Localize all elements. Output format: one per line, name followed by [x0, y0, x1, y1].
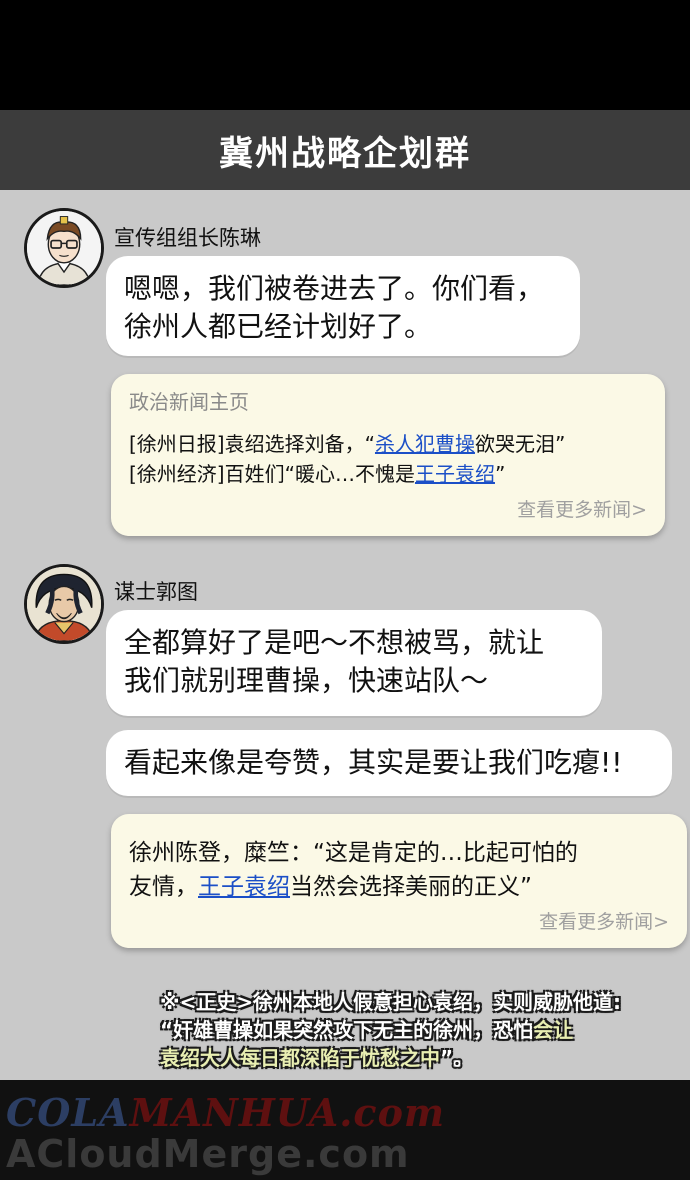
footnote-line: “奸雄曹操如果突然攻下无主的徐州，恐怕会让: [160, 1016, 690, 1044]
news-card[interactable]: 徐州陈登，糜竺：“这是肯定的…比起可怕的 友情，王子袁绍当然会选择美丽的正义” …: [111, 814, 687, 948]
news-item: 友情，王子袁绍当然会选择美丽的正义”: [129, 870, 669, 904]
see-more-news-link[interactable]: 查看更多新闻>: [539, 907, 669, 934]
footnote-line: 袁绍大人每日都深陷于忧愁之中”。: [160, 1044, 690, 1072]
news-item-text: [徐州经济]百姓们“暖心…不愧是: [129, 462, 415, 486]
news-link[interactable]: 王子袁绍: [415, 462, 495, 486]
watermark-logo: ACloudMerge.com: [6, 1132, 410, 1176]
news-item-text: [徐州日报]袁绍选择刘备，“: [129, 432, 375, 456]
message-bubble[interactable]: 看起来像是夸赞，其实是要让我们吃瘪!!: [106, 730, 672, 796]
message-bubble[interactable]: 全都算好了是吧～不想被骂，就让 我们就别理曹操，快速站队～: [106, 610, 602, 716]
avatar-chenlin[interactable]: [24, 208, 104, 288]
message-text: 全都算好了是吧～不想被骂，就让: [124, 626, 545, 659]
news-item: [徐州日报]袁绍选择刘备，“杀人犯曹操欲哭无泪”: [129, 429, 647, 459]
watermark-text: COLA: [6, 1090, 130, 1135]
news-card[interactable]: 政治新闻主页 [徐州日报]袁绍选择刘备，“杀人犯曹操欲哭无泪” [徐州经济]百姓…: [111, 374, 665, 536]
sender-name: 谋士郭图: [114, 580, 198, 604]
news-item: [徐州经济]百姓们“暖心…不愧是王子袁绍”: [129, 459, 647, 489]
footnote-text: “奸雄曹操如果突然攻下无主的徐州，恐怕: [160, 1018, 534, 1042]
message-text: 我们就别理曹操，快速站队～: [124, 664, 489, 697]
bottom-black-band: COLAMANHUA.com ACloudMerge.com: [0, 1080, 690, 1180]
watermark-logo: COLAMANHUA.com: [6, 1090, 445, 1135]
message-bubble[interactable]: 嗯嗯，我们被卷进去了。你们看， 徐州人都已经计划好了。: [106, 256, 580, 356]
top-black-band: [0, 0, 690, 110]
see-more-news-link[interactable]: 查看更多新闻>: [517, 495, 647, 522]
footnote-text: ”。: [440, 1046, 474, 1070]
news-item-text: 当然会选择美丽的正义”: [290, 874, 532, 900]
avatar-guotu[interactable]: [24, 564, 104, 644]
news-card-title: 政治新闻主页: [129, 390, 249, 414]
historical-footnote: ※<正史>徐州本地人假意担心袁绍，实则威胁他道: “奸雄曹操如果突然攻下无主的徐…: [160, 988, 690, 1072]
news-item-text: ”: [494, 462, 506, 486]
person-with-glasses-icon: [27, 211, 101, 285]
news-item-text: 友情，: [129, 874, 198, 900]
bearded-man-icon: [27, 567, 101, 641]
news-link[interactable]: 杀人犯曹操: [375, 432, 475, 456]
sender-name: 宣传组组长陈琳: [114, 226, 261, 250]
chat-header: 冀州战略企划群: [0, 110, 690, 190]
message-text: 徐州人都已经计划好了。: [124, 310, 433, 343]
watermark-text: MANHUA.com: [129, 1090, 446, 1135]
news-link[interactable]: 王子袁绍: [198, 874, 290, 900]
footnote-highlight: 袁绍大人每日都深陷于忧愁之中: [160, 1046, 440, 1070]
news-item: 徐州陈登，糜竺：“这是肯定的…比起可怕的: [129, 840, 578, 866]
message-text: 看起来像是夸赞，其实是要让我们吃瘪!!: [124, 746, 623, 779]
footnote-line: ※<正史>徐州本地人假意担心袁绍，实则威胁他道:: [160, 990, 621, 1014]
news-item-text: 欲哭无泪”: [474, 432, 566, 456]
footnote-highlight: 会让: [533, 1018, 574, 1042]
group-title: 冀州战略企划群: [219, 133, 471, 174]
message-text: 嗯嗯，我们被卷进去了。你们看，: [124, 272, 545, 305]
